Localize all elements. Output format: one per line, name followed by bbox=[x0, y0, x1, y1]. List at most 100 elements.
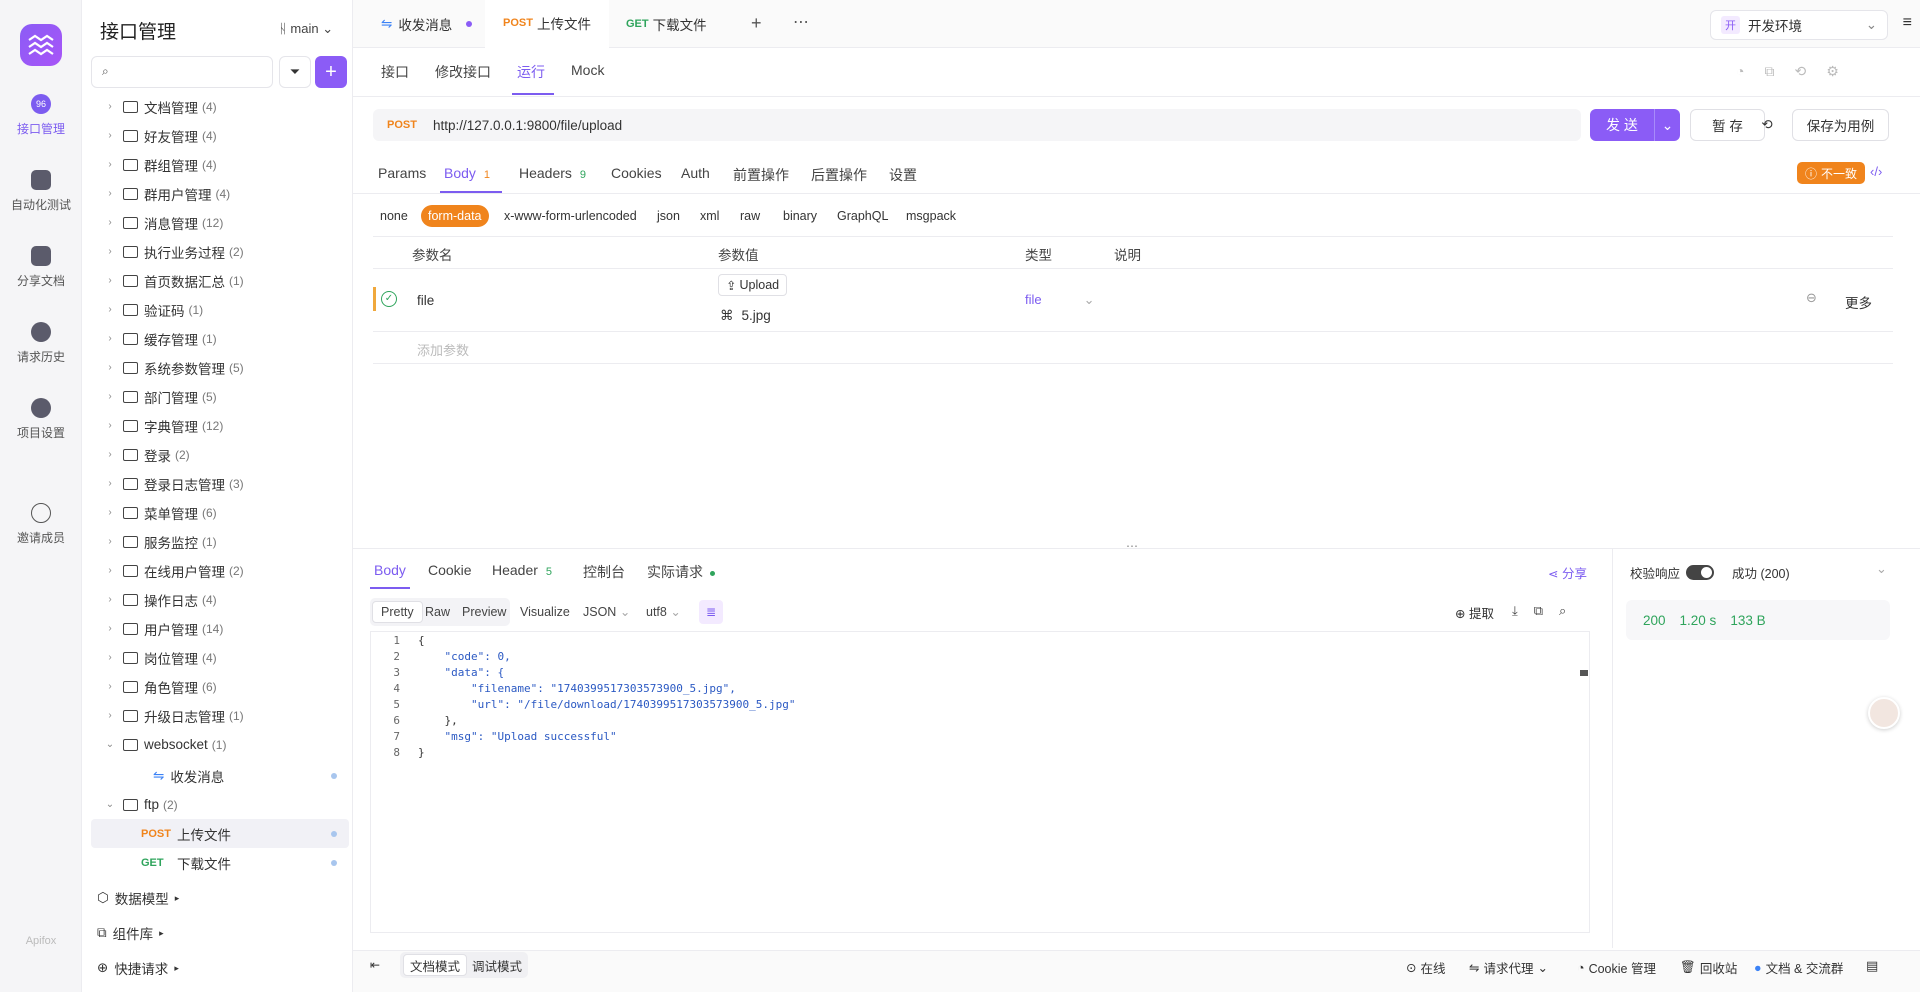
format-tab[interactable]: Visualize bbox=[512, 601, 578, 623]
param-name[interactable]: file bbox=[417, 293, 434, 308]
clock-icon[interactable]: ◔ bbox=[1736, 63, 1744, 80]
response-tab[interactable]: Cookie bbox=[428, 562, 472, 578]
tab-ws-message[interactable]: ⇋ 收发消息 bbox=[363, 0, 490, 48]
mode-doc-button[interactable]: 文档模式 bbox=[403, 954, 468, 976]
tree-footer-components[interactable]: ⧉ 组件库 ▸ bbox=[97, 923, 164, 943]
tree-item-upload[interactable]: POST 上传文件 bbox=[91, 819, 349, 848]
tree-folder[interactable]: › 在线用户管理 (2) bbox=[91, 556, 349, 585]
filter-button[interactable]: ⏷ bbox=[279, 56, 311, 88]
subtab-api[interactable]: 接口 bbox=[381, 62, 409, 82]
share-icon[interactable]: ⟲ bbox=[1794, 63, 1806, 80]
response-tab[interactable]: Header 5 bbox=[492, 562, 552, 578]
proxy-button[interactable]: ⇋ 请求代理 ⌄ bbox=[1469, 958, 1548, 977]
new-tab-plus-icon[interactable]: + bbox=[751, 13, 762, 34]
subtab-mock[interactable]: Mock bbox=[571, 62, 604, 78]
add-button[interactable]: + bbox=[315, 56, 347, 88]
tree-folder[interactable]: › 角色管理 (6) bbox=[91, 672, 349, 701]
add-param-placeholder[interactable]: 添加参数 bbox=[417, 340, 469, 359]
search-icon[interactable]: ⌕ bbox=[1559, 603, 1566, 619]
body-type-option[interactable]: none bbox=[373, 205, 415, 227]
tree-folder[interactable]: › 首页数据汇总 (1) bbox=[91, 266, 349, 295]
tree-item-download[interactable]: GET 下载文件 bbox=[91, 848, 349, 877]
param-tab[interactable]: Params bbox=[378, 165, 426, 181]
toggle-switch[interactable] bbox=[1686, 565, 1715, 580]
format-tab[interactable]: Preview bbox=[454, 601, 514, 623]
code-icon[interactable]: ‹/› bbox=[1870, 164, 1882, 179]
tree-folder[interactable]: › 操作日志 (4) bbox=[91, 585, 349, 614]
tree-folder[interactable]: › 消息管理 (12) bbox=[91, 208, 349, 237]
scrollbar-thumb[interactable] bbox=[1580, 670, 1588, 676]
rail-item-history[interactable]: 请求历史 bbox=[0, 322, 82, 365]
param-tab[interactable]: Body 1 bbox=[444, 165, 490, 181]
response-tab[interactable]: Body bbox=[374, 562, 406, 578]
tree-footer-quick-request[interactable]: ⊕ 快捷请求 ▸ bbox=[97, 958, 179, 978]
extract-button[interactable]: ⊕ 提取 bbox=[1455, 603, 1494, 622]
share-button[interactable]: ⋖ 分享 bbox=[1548, 563, 1587, 582]
body-type-option[interactable]: msgpack bbox=[899, 205, 963, 227]
tree-folder[interactable]: › 系统参数管理 (5) bbox=[91, 353, 349, 382]
param-tab[interactable]: 设置 bbox=[889, 165, 917, 185]
url-bar[interactable]: POST http://127.0.0.1:9800/file/upload bbox=[373, 109, 1581, 141]
more-button[interactable]: 更多 bbox=[1845, 292, 1872, 312]
gear-icon[interactable]: ⚙ bbox=[1826, 63, 1839, 80]
body-type-option[interactable]: x-www-form-urlencoded bbox=[497, 205, 644, 227]
tree-folder[interactable]: ⌄ websocket (1) bbox=[91, 730, 349, 759]
tree-folder[interactable]: › 群用户管理 (4) bbox=[91, 179, 349, 208]
tree-folder[interactable]: › 缓存管理 (1) bbox=[91, 324, 349, 353]
param-tab[interactable]: Cookies bbox=[611, 165, 662, 181]
tree-folder[interactable]: › 文档管理 (4) bbox=[91, 92, 349, 121]
copy-icon[interactable]: ⧉ bbox=[1764, 63, 1774, 80]
download-icon[interactable]: ⤓ bbox=[1512, 603, 1518, 619]
tree-folder[interactable]: › 升级日志管理 (1) bbox=[91, 701, 349, 730]
tab-download[interactable]: GET 下载文件 bbox=[608, 0, 725, 48]
tree-folder[interactable]: › 岗位管理 (4) bbox=[91, 643, 349, 672]
body-type-option[interactable]: json bbox=[650, 205, 687, 227]
tree-folder[interactable]: › 服务监控 (1) bbox=[91, 527, 349, 556]
body-type-option[interactable]: form-data bbox=[421, 205, 489, 227]
tree-folder[interactable]: › 用户管理 (14) bbox=[91, 614, 349, 643]
menu-icon[interactable]: ≡ bbox=[1903, 14, 1912, 32]
rail-item-project-settings[interactable]: 项目设置 bbox=[0, 398, 82, 441]
more-tabs-icon[interactable]: ⋯ bbox=[793, 12, 809, 32]
lang-select[interactable]: JSON ⌄ bbox=[583, 604, 630, 619]
inconsistent-badge[interactable]: ⓘ 不一致 bbox=[1797, 162, 1865, 184]
tree-footer-data-models[interactable]: ⬡ 数据模型 ▸ bbox=[97, 888, 179, 908]
cookie-button[interactable]: ◔ Cookie 管理 bbox=[1577, 958, 1656, 977]
mode-debug-button[interactable]: 调试模式 bbox=[466, 954, 528, 976]
rail-item-share-docs[interactable]: 分享文档 bbox=[0, 246, 82, 289]
tree-item-ws-message[interactable]: ⇋ 收发消息 bbox=[91, 761, 349, 790]
tab-upload[interactable]: POST 上传文件 bbox=[485, 0, 609, 48]
tree-folder-ftp[interactable]: ⌄ ftp (2) bbox=[91, 790, 349, 819]
upload-button[interactable]: ⇪ Upload bbox=[718, 274, 788, 296]
send-button[interactable]: 发 送 ⌄ bbox=[1590, 109, 1680, 141]
wrap-lines-icon[interactable]: ≣ bbox=[699, 600, 723, 624]
param-tab[interactable]: Auth bbox=[681, 165, 710, 181]
body-type-option[interactable]: binary bbox=[776, 205, 824, 227]
url-input[interactable]: http://127.0.0.1:9800/file/upload bbox=[433, 118, 622, 133]
body-type-option[interactable]: xml bbox=[693, 205, 726, 227]
body-type-option[interactable]: GraphQL bbox=[830, 205, 895, 227]
tree-folder[interactable]: › 部门管理 (5) bbox=[91, 382, 349, 411]
subtab-run[interactable]: 运行 bbox=[517, 62, 545, 82]
format-tab[interactable]: Pretty bbox=[372, 601, 423, 623]
collapse-icon[interactable]: ⇤ bbox=[370, 958, 380, 972]
validate-status[interactable]: 成功 (200) bbox=[1732, 563, 1790, 582]
format-tab[interactable]: Raw bbox=[417, 601, 458, 623]
checkbox-checked-icon[interactable]: ✓ bbox=[381, 291, 397, 307]
recycle-button[interactable]: 🗑 回收站 bbox=[1680, 958, 1737, 977]
tree-folder[interactable]: › 群组管理 (4) bbox=[91, 150, 349, 179]
environment-selector[interactable]: 开 开发环境 ⌄ bbox=[1710, 10, 1888, 40]
chevron-down-icon[interactable]: ⌄ bbox=[1876, 561, 1887, 577]
response-tab[interactable]: 实际请求 bbox=[647, 562, 715, 582]
tree-folder[interactable]: › 登录 (2) bbox=[91, 440, 349, 469]
reset-icon[interactable]: ⟲ bbox=[1752, 109, 1782, 141]
copy-icon[interactable]: ⧉ bbox=[1534, 603, 1543, 619]
rail-item-auto-test[interactable]: 自动化测试 bbox=[0, 170, 82, 213]
drag-handle-icon[interactable]: ⋯ bbox=[1126, 539, 1138, 553]
tree-folder[interactable]: › 执行业务过程 (2) bbox=[91, 237, 349, 266]
chevron-down-icon[interactable]: ⌄ bbox=[1655, 117, 1680, 134]
type-select[interactable]: file ⌄ bbox=[1025, 292, 1095, 308]
param-tab[interactable]: 后置操作 bbox=[811, 165, 867, 185]
online-status[interactable]: ⊙ 在线 bbox=[1406, 958, 1446, 977]
tree-folder[interactable]: › 验证码 (1) bbox=[91, 295, 349, 324]
